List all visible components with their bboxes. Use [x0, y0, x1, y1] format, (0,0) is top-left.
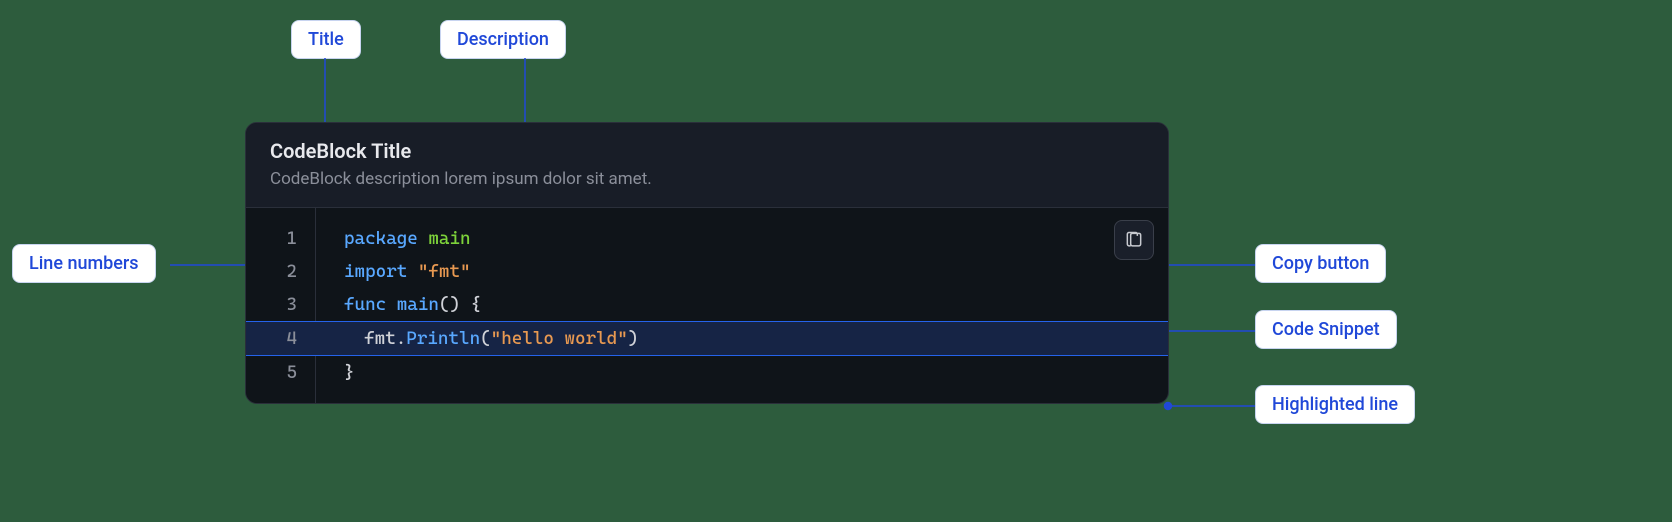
- codeblock: CodeBlock Title CodeBlock description lo…: [245, 122, 1169, 404]
- code-line: import "fmt": [316, 255, 1168, 288]
- connector-code-snippet: [1155, 324, 1265, 344]
- line-number: 1: [246, 222, 315, 255]
- codeblock-description: CodeBlock description lorem ipsum dolor …: [270, 169, 1144, 189]
- code-line: }: [316, 356, 1168, 389]
- copy-button[interactable]: [1114, 220, 1154, 260]
- codeblock-header: CodeBlock Title CodeBlock description lo…: [246, 123, 1168, 208]
- annotation-code-snippet: Code Snippet: [1255, 310, 1397, 349]
- clipboard-icon: [1124, 230, 1144, 250]
- annotation-description: Description: [440, 20, 566, 59]
- line-number: 5: [246, 356, 315, 389]
- line-number: 2: [246, 255, 315, 288]
- codeblock-title: CodeBlock Title: [270, 139, 1144, 163]
- annotation-title: Title: [291, 20, 361, 59]
- annotation-highlighted-line: Highlighted line: [1255, 385, 1415, 424]
- code-line: package main: [316, 222, 1168, 255]
- code-line: func main() {: [316, 288, 1168, 321]
- annotation-line-numbers: Line numbers: [12, 244, 156, 283]
- connector-highlighted-line: [1162, 399, 1262, 419]
- code-line-highlighted: fmt.Println("hello world"): [315, 321, 1168, 356]
- line-number: 3: [246, 288, 315, 321]
- code-area: package mainimport "fmt"func main() { fm…: [316, 208, 1168, 403]
- line-number: 4: [246, 321, 315, 356]
- codeblock-body: 12345 package mainimport "fmt"func main(…: [246, 208, 1168, 403]
- annotation-copy-button: Copy button: [1255, 244, 1386, 283]
- line-numbers-gutter: 12345: [246, 208, 316, 403]
